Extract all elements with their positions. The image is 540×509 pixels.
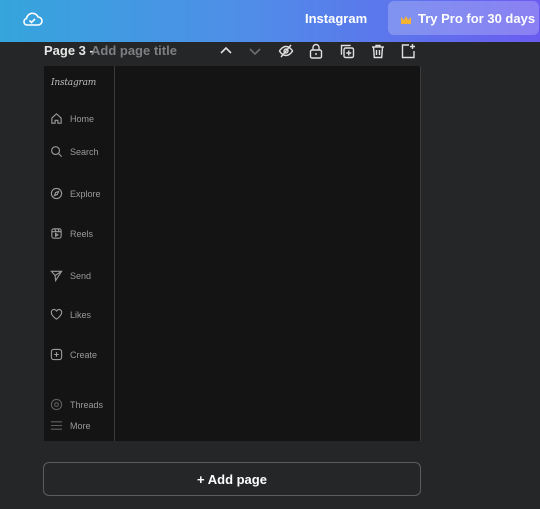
nav-explore: Explore <box>50 187 101 200</box>
canvas-edge <box>420 66 421 441</box>
duplicate-page-button[interactable] <box>338 42 356 60</box>
nav-threads: Threads <box>50 398 103 411</box>
eye-slash-icon <box>278 44 294 58</box>
trash-icon <box>372 44 384 59</box>
nav-send-label: Send <box>70 270 92 281</box>
nav-home: Home <box>50 112 94 125</box>
cloud-sync-icon[interactable] <box>20 8 44 30</box>
nav-more: More <box>50 419 91 432</box>
nav-create-label: Create <box>70 349 98 360</box>
page-header: Page 3 - Add page title <box>44 42 424 62</box>
chevron-down-icon <box>249 48 261 56</box>
heart-icon <box>50 308 63 320</box>
page-number: Page 3 - <box>44 43 94 58</box>
add-page-label: + Add page <box>197 471 267 487</box>
nav-send: Send <box>50 269 91 282</box>
move-up-button[interactable] <box>217 42 235 60</box>
compass-icon <box>50 187 63 200</box>
add-page-button[interactable]: + Add page <box>43 462 421 496</box>
try-pro-button[interactable]: Try Pro for 30 days <box>388 1 539 35</box>
menu-icon <box>50 421 63 430</box>
document-title[interactable]: Instagram <box>305 11 367 26</box>
nav-search: Search <box>50 145 99 158</box>
delete-page-button[interactable] <box>369 42 387 60</box>
page-title-input[interactable]: Add page title <box>91 43 177 58</box>
nav-reels: Reels <box>50 227 93 240</box>
reels-icon <box>51 228 62 239</box>
duplicate-icon <box>340 44 355 59</box>
lock-icon <box>309 43 323 59</box>
hide-page-button[interactable] <box>277 42 295 60</box>
nav-more-label: More <box>70 420 91 431</box>
nav-threads-label: Threads <box>70 399 104 410</box>
nav-create: Create <box>50 348 97 361</box>
instagram-sidebar: Instagram Home Search Explore Reels Send… <box>44 66 115 441</box>
search-icon <box>51 146 63 158</box>
nav-explore-label: Explore <box>70 188 101 199</box>
nav-likes: Likes <box>50 308 91 321</box>
chevron-up-icon <box>220 46 232 54</box>
move-down-button[interactable] <box>246 42 264 60</box>
instagram-logo: Instagram <box>51 78 97 88</box>
nav-reels-label: Reels <box>70 228 94 239</box>
nav-likes-label: Likes <box>70 309 92 320</box>
add-page-after-button[interactable] <box>399 42 417 60</box>
nav-home-label: Home <box>70 113 95 124</box>
threads-icon <box>50 398 63 411</box>
lock-page-button[interactable] <box>307 42 325 60</box>
top-bar: Instagram Try Pro for 30 days <box>0 0 540 42</box>
crown-icon <box>400 13 412 24</box>
nav-search-label: Search <box>70 146 99 157</box>
send-icon <box>50 270 63 282</box>
try-pro-label: Try Pro for 30 days <box>418 10 536 26</box>
home-icon <box>51 113 62 124</box>
add-page-icon <box>401 44 415 59</box>
plus-square-icon <box>50 348 63 361</box>
design-canvas[interactable]: Instagram Home Search Explore Reels Send… <box>44 66 421 441</box>
